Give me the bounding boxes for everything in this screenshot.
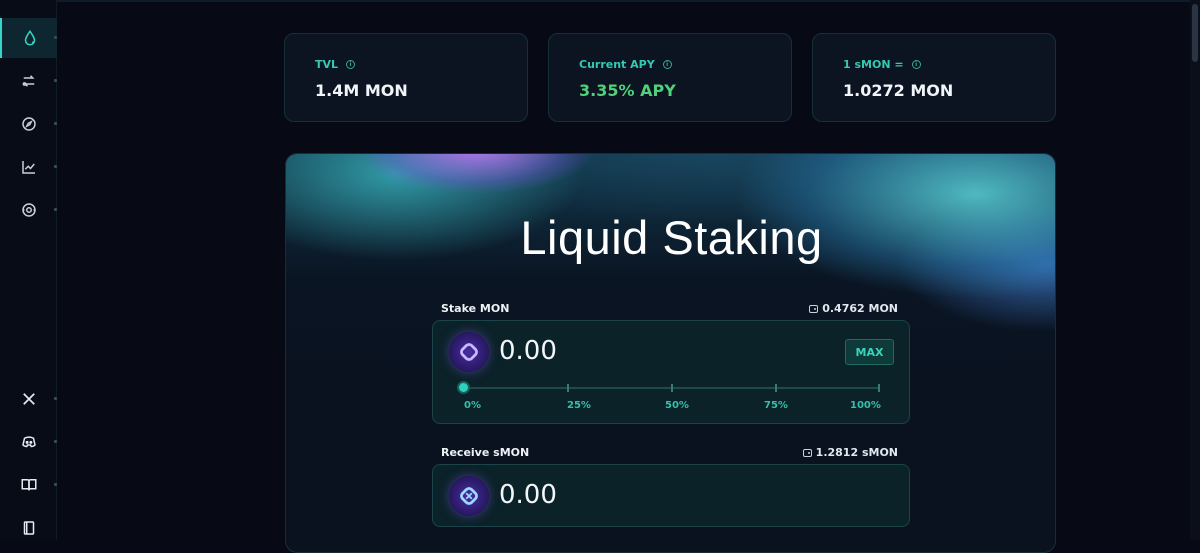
sidebar-tick	[54, 483, 57, 486]
info-icon[interactable]: i	[346, 60, 356, 69]
receive-input-box: 0.00	[432, 464, 910, 527]
sidebar-tick	[54, 397, 57, 400]
stat-card-exchange-rate: 1 sMON = i 1.0272 MON	[812, 33, 1056, 122]
slider-label-100[interactable]: 100%	[850, 400, 881, 411]
sidebar-item-swap[interactable]	[0, 61, 57, 101]
stat-label-row: 1 sMON = i	[843, 58, 1025, 71]
book-icon	[21, 479, 36, 491]
slider-handle[interactable]	[457, 381, 470, 394]
slider-tick	[775, 384, 777, 392]
stat-card-apy: Current APY i 3.35% APY	[548, 33, 792, 122]
sidebar-link-document[interactable]	[0, 508, 57, 548]
scrollbar[interactable]	[1190, 0, 1200, 540]
stake-balance: 0.4762 MON	[809, 302, 898, 315]
sidebar-tick	[54, 208, 57, 211]
stake-slider[interactable]	[457, 381, 880, 394]
sidebar-tick	[54, 79, 57, 82]
x-icon	[22, 393, 35, 405]
smon-logo-icon	[460, 487, 478, 505]
sidebar-item-explore[interactable]	[0, 104, 57, 144]
sidebar-tick	[54, 36, 57, 39]
receive-amount: 0.00	[499, 480, 557, 510]
scrollbar-thumb[interactable]	[1192, 4, 1198, 62]
wallet-icon	[802, 448, 812, 457]
stat-value: 1.0272 MON	[843, 81, 954, 100]
receive-balance-value: 1.2812 sMON	[815, 446, 898, 459]
chart-line-icon	[21, 161, 35, 174]
slider-tick	[878, 384, 880, 392]
top-border	[0, 0, 1200, 2]
discord-icon	[21, 436, 36, 448]
slider-tick	[567, 384, 569, 392]
stat-label-row: TVL i	[315, 58, 497, 71]
sidebar-item-stake[interactable]	[0, 18, 57, 58]
slider-label-50[interactable]: 50%	[665, 400, 689, 411]
mon-token-icon	[449, 332, 489, 372]
sidebar-link-discord[interactable]	[0, 422, 57, 462]
slider-label-0[interactable]: 0%	[464, 400, 481, 411]
stat-value: 3.35% APY	[579, 81, 676, 100]
wallet-icon	[809, 304, 819, 313]
slider-label-25[interactable]: 25%	[567, 400, 591, 411]
receive-balance: 1.2812 sMON	[802, 446, 898, 459]
staking-card: Liquid Staking Stake MON 0.4762 MON 0.00…	[285, 153, 1056, 553]
document-icon	[23, 521, 34, 535]
sidebar-tick	[54, 165, 57, 168]
sidebar-link-x[interactable]	[0, 379, 57, 419]
page-title: Liquid Staking	[520, 211, 823, 264]
stake-input-box: 0.00 MAX 0% 25% 50% 75% 100%	[432, 320, 910, 424]
stat-card-tvl: TVL i 1.4M MON	[284, 33, 528, 122]
swap-icon	[22, 75, 35, 87]
max-button[interactable]: MAX	[845, 339, 894, 365]
droplet-icon	[24, 29, 35, 46]
stake-balance-value: 0.4762 MON	[822, 302, 898, 315]
stat-label: 1 sMON =	[843, 58, 904, 71]
compass-icon	[21, 117, 36, 131]
eye-icon	[21, 203, 36, 217]
sidebar-tick	[54, 440, 57, 443]
receive-label: Receive sMON	[441, 446, 530, 459]
stat-label: Current APY	[579, 58, 655, 71]
stake-amount-input[interactable]: 0.00	[499, 336, 557, 366]
sidebar	[0, 0, 57, 540]
sidebar-link-docs[interactable]	[0, 465, 57, 505]
sidebar-item-view[interactable]	[0, 190, 57, 230]
stat-label-row: Current APY i	[579, 58, 761, 71]
smon-token-icon	[449, 476, 489, 516]
sidebar-tick	[54, 122, 57, 125]
info-icon[interactable]: i	[911, 60, 921, 69]
stake-label: Stake MON	[441, 302, 510, 315]
slider-tick	[671, 384, 673, 392]
slider-label-75[interactable]: 75%	[764, 400, 788, 411]
stat-label: TVL	[315, 58, 339, 71]
stat-value: 1.4M MON	[315, 81, 408, 100]
info-icon[interactable]: i	[662, 60, 672, 69]
mon-logo-icon	[460, 343, 478, 361]
sidebar-item-analytics[interactable]	[0, 147, 57, 187]
